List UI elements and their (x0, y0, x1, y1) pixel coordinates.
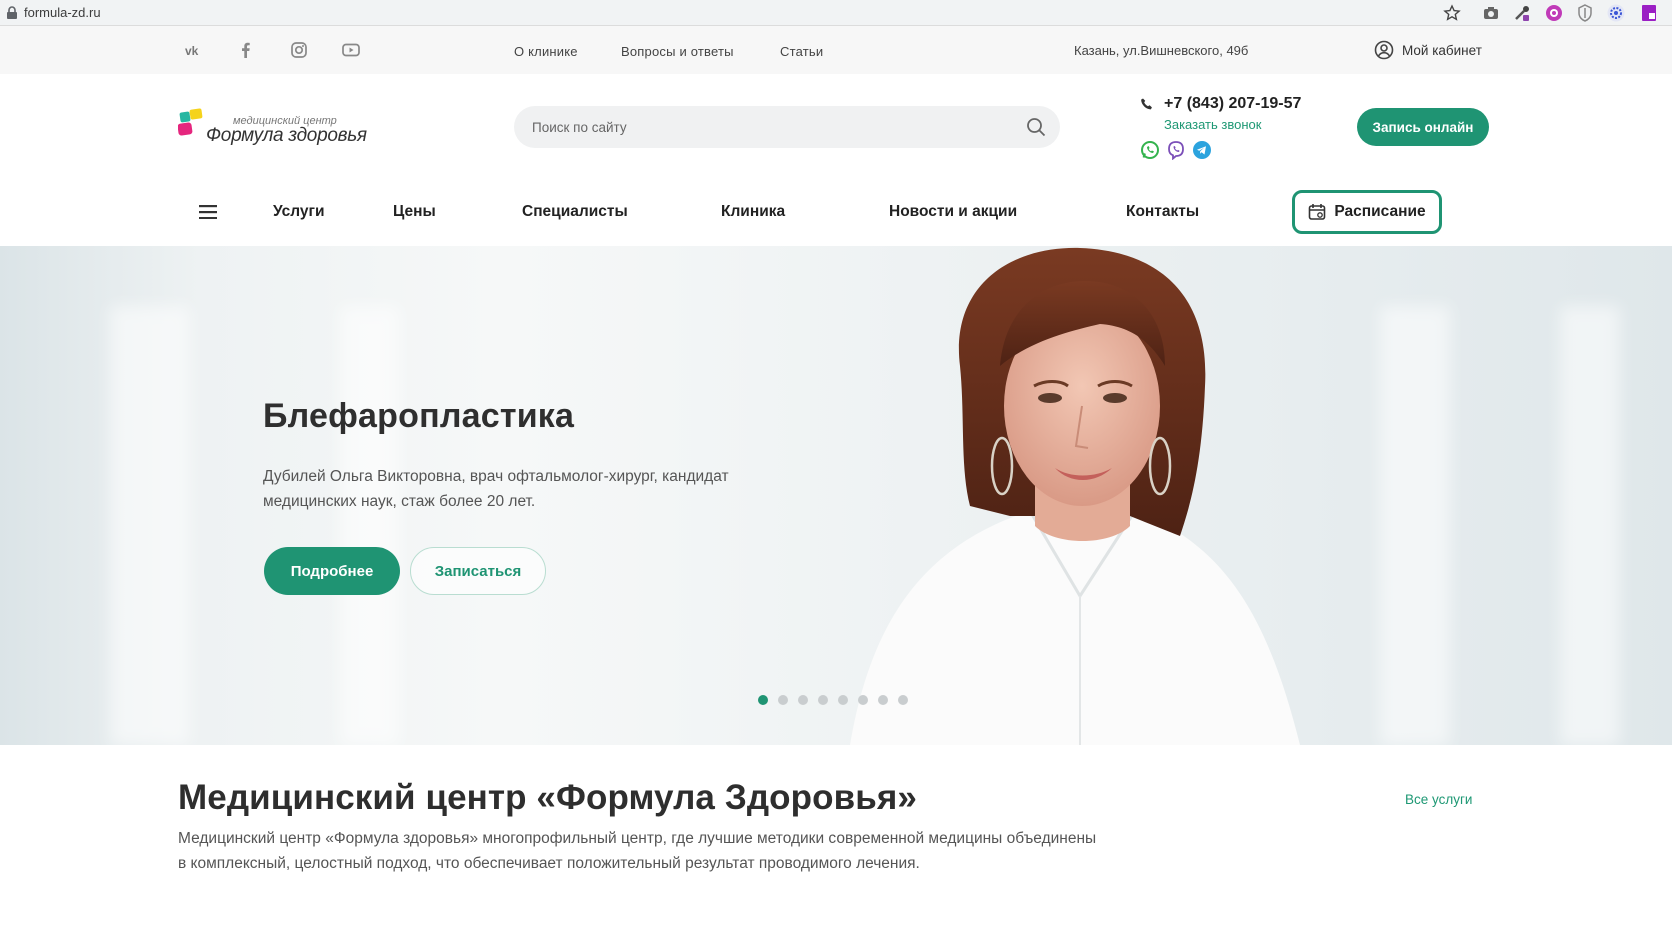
slider-dot[interactable] (798, 695, 808, 705)
shield-extension-icon[interactable] (1576, 4, 1594, 22)
eyedropper-extension-icon[interactable] (1513, 4, 1531, 22)
all-services-link[interactable]: Все услуги (1405, 792, 1472, 807)
link-faq[interactable]: Вопросы и ответы (621, 44, 734, 59)
slider-pagination (758, 695, 908, 705)
vk-icon[interactable]: vk (184, 40, 204, 60)
pdf-extension-icon[interactable] (1640, 4, 1658, 22)
menu-icon[interactable] (199, 205, 217, 219)
section-description: Медицинский центр «Формула здоровья» мно… (178, 830, 1097, 872)
my-account-label: Мой кабинет (1402, 42, 1482, 58)
background-pillar (1560, 306, 1620, 745)
slider-dot[interactable] (818, 695, 828, 705)
nav-item-specialists[interactable]: Специалисты (522, 203, 628, 221)
phone-number[interactable]: +7 (843) 207-19-57 (1140, 95, 1301, 113)
background-pillar (1380, 306, 1450, 745)
calendar-icon (1309, 204, 1326, 220)
user-circle-icon (1374, 40, 1394, 60)
phone-icon (1141, 98, 1152, 110)
slider-dot[interactable] (758, 695, 768, 705)
slider-dot[interactable] (838, 695, 848, 705)
my-account-link[interactable]: Мой кабинет (1374, 40, 1482, 60)
slider-dot[interactable] (778, 695, 788, 705)
background-pillar (340, 306, 400, 745)
svg-text:vk: vk (185, 44, 199, 58)
background-pillar (110, 306, 190, 745)
slider-dot[interactable] (878, 695, 888, 705)
hero-title: Блефаропластика (263, 397, 575, 435)
schedule-label: Расписание (1334, 203, 1426, 220)
phone-label: +7 (843) 207-19-57 (1164, 95, 1302, 112)
logo-mark-icon (178, 108, 203, 136)
schedule-button[interactable]: Расписание (1292, 190, 1442, 234)
instagram-icon[interactable] (289, 40, 309, 60)
book-online-button[interactable]: Запись онлайн (1357, 108, 1489, 146)
messengers (1140, 140, 1212, 160)
logo-title: Формула здоровья (206, 125, 367, 146)
nav-item-news[interactable]: Новости и акции (889, 203, 1017, 221)
link-about-clinic[interactable]: О клинике (514, 44, 578, 59)
section-title: Медицинский центр «Формула Здоровья» (178, 778, 917, 817)
search-input[interactable] (532, 106, 1012, 148)
site-logo[interactable]: медицинский центр Формула здоровья (178, 104, 378, 150)
browser-address-bar: formula-zd.ru (0, 0, 1672, 26)
search-icon[interactable] (1026, 117, 1046, 137)
doctor-photo (850, 247, 1300, 745)
star-icon[interactable] (1443, 4, 1461, 22)
sign-up-button[interactable]: Записаться (410, 547, 546, 595)
hero-slider: Блефаропластика Дубилей Ольга Викторовна… (0, 246, 1672, 745)
whatsapp-icon[interactable] (1140, 140, 1160, 160)
nav-item-contacts[interactable]: Контакты (1126, 203, 1199, 221)
facebook-icon[interactable] (236, 40, 256, 60)
nav-item-services[interactable]: Услуги (273, 203, 325, 221)
site-search (514, 106, 1060, 148)
link-articles[interactable]: Статьи (780, 44, 823, 59)
slider-dot[interactable] (858, 695, 868, 705)
nav-item-prices[interactable]: Цены (393, 203, 436, 221)
lock-icon (7, 6, 17, 19)
nav-item-clinic[interactable]: Клиника (721, 203, 785, 221)
slider-dot[interactable] (898, 695, 908, 705)
clinic-address: Казань, ул.Вишневского, 49б (1074, 43, 1249, 58)
telegram-icon[interactable] (1192, 140, 1212, 160)
request-callback-link[interactable]: Заказать звонок (1164, 117, 1261, 132)
youtube-icon[interactable] (341, 40, 361, 60)
camera-icon[interactable] (1482, 4, 1500, 22)
record-extension-icon[interactable] (1545, 4, 1563, 22)
gear-extension-icon[interactable] (1607, 4, 1625, 22)
hero-description: Дубилей Ольга Викторовна, врач офтальмол… (263, 468, 729, 510)
viber-icon[interactable] (1166, 140, 1186, 160)
top-info-bar: vk О клинике Вопросы и ответы Статьи Каз… (0, 26, 1672, 74)
more-button[interactable]: Подробнее (264, 547, 400, 595)
url-text[interactable]: formula-zd.ru (24, 5, 101, 20)
